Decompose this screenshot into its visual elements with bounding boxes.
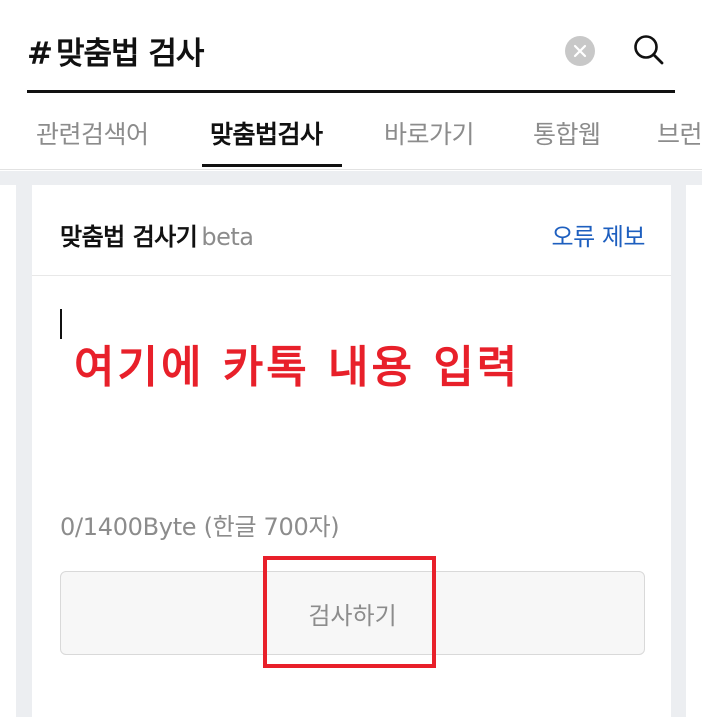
tab-spell-check[interactable]: 맞춤법검사 — [210, 115, 323, 151]
card-title: 맞춤법 검사기 beta — [60, 217, 254, 252]
tab-shortcuts[interactable]: 바로가기 — [384, 115, 475, 151]
search-bar: # 맞춤법 검사 — [27, 0, 675, 93]
search-query-text: 맞춤법 검사 — [55, 36, 204, 72]
search-button[interactable] — [631, 32, 667, 68]
clear-search-button[interactable] — [565, 36, 595, 66]
active-tab-indicator — [202, 164, 342, 167]
tab-brunch[interactable]: 브런 — [657, 115, 702, 151]
report-error-link[interactable]: 오류 제보 — [552, 217, 646, 252]
beta-label: beta — [201, 223, 254, 251]
byte-counter: 0/1400Byte (한글 700자) — [60, 513, 340, 541]
text-caret — [60, 309, 62, 339]
previous-card-edge[interactable] — [0, 185, 16, 717]
tab-integrated-web[interactable]: 통합웹 — [533, 115, 601, 151]
tab-related-search[interactable]: 관련검색어 — [36, 115, 149, 151]
annotation-highlight-box — [263, 556, 436, 668]
search-icon — [634, 35, 664, 65]
annotation-text: 여기에 카톡 내용 입력 — [74, 342, 521, 393]
text-input-area[interactable]: 여기에 카톡 내용 입력 — [60, 305, 645, 465]
close-icon — [573, 44, 587, 58]
card-title-text: 맞춤법 검사기 — [60, 223, 198, 251]
search-query[interactable]: # 맞춤법 검사 — [27, 28, 204, 73]
hash-symbol: # — [27, 36, 53, 72]
next-card-edge[interactable] — [686, 185, 702, 717]
tab-bar: 관련검색어 맞춤법검사 바로가기 통합웹 브런 — [0, 93, 702, 170]
card-header: 맞춤법 검사기 beta 오류 제보 — [32, 185, 671, 276]
